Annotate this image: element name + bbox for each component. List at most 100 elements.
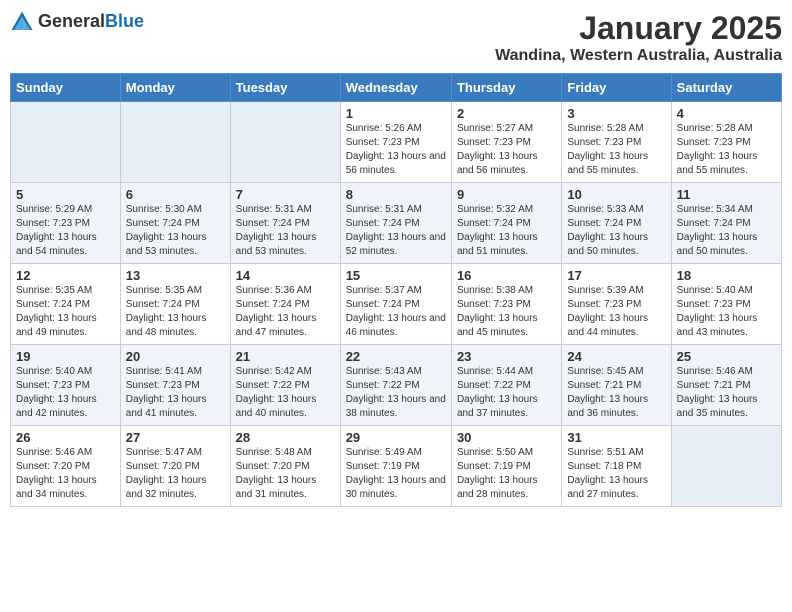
- calendar-week-row: 19Sunrise: 5:40 AM Sunset: 7:23 PM Dayli…: [11, 345, 782, 426]
- calendar-cell: 2Sunrise: 5:27 AM Sunset: 7:23 PM Daylig…: [451, 102, 561, 183]
- weekday-header-row: SundayMondayTuesdayWednesdayThursdayFrid…: [11, 74, 782, 102]
- day-info: Sunrise: 5:46 AM Sunset: 7:21 PM Dayligh…: [677, 365, 776, 421]
- day-number: 23: [457, 349, 556, 364]
- day-number: 5: [16, 187, 115, 202]
- day-number: 27: [126, 430, 225, 445]
- day-number: 29: [346, 430, 446, 445]
- weekday-header-saturday: Saturday: [671, 74, 781, 102]
- weekday-header-tuesday: Tuesday: [230, 74, 340, 102]
- calendar-cell: 4Sunrise: 5:28 AM Sunset: 7:23 PM Daylig…: [671, 102, 781, 183]
- day-number: 30: [457, 430, 556, 445]
- day-info: Sunrise: 5:34 AM Sunset: 7:24 PM Dayligh…: [677, 203, 776, 259]
- day-number: 2: [457, 106, 556, 121]
- day-info: Sunrise: 5:37 AM Sunset: 7:24 PM Dayligh…: [346, 284, 446, 340]
- calendar-cell: 26Sunrise: 5:46 AM Sunset: 7:20 PM Dayli…: [11, 426, 121, 507]
- day-number: 14: [236, 268, 335, 283]
- day-info: Sunrise: 5:36 AM Sunset: 7:24 PM Dayligh…: [236, 284, 335, 340]
- day-number: 13: [126, 268, 225, 283]
- day-info: Sunrise: 5:47 AM Sunset: 7:20 PM Dayligh…: [126, 446, 225, 502]
- calendar-cell: 23Sunrise: 5:44 AM Sunset: 7:22 PM Dayli…: [451, 345, 561, 426]
- calendar-cell: 10Sunrise: 5:33 AM Sunset: 7:24 PM Dayli…: [562, 183, 671, 264]
- calendar-cell: 27Sunrise: 5:47 AM Sunset: 7:20 PM Dayli…: [120, 426, 230, 507]
- day-number: 4: [677, 106, 776, 121]
- logo-icon: [10, 10, 34, 34]
- calendar-cell: [120, 102, 230, 183]
- calendar-cell: 17Sunrise: 5:39 AM Sunset: 7:23 PM Dayli…: [562, 264, 671, 345]
- day-info: Sunrise: 5:42 AM Sunset: 7:22 PM Dayligh…: [236, 365, 335, 421]
- calendar-cell: 7Sunrise: 5:31 AM Sunset: 7:24 PM Daylig…: [230, 183, 340, 264]
- day-number: 28: [236, 430, 335, 445]
- day-info: Sunrise: 5:31 AM Sunset: 7:24 PM Dayligh…: [236, 203, 335, 259]
- calendar-cell: 5Sunrise: 5:29 AM Sunset: 7:23 PM Daylig…: [11, 183, 121, 264]
- day-number: 7: [236, 187, 335, 202]
- calendar-cell: [671, 426, 781, 507]
- page-header: GeneralBlue January 2025 Wandina, Wester…: [10, 10, 782, 65]
- day-number: 16: [457, 268, 556, 283]
- calendar-cell: [230, 102, 340, 183]
- day-number: 11: [677, 187, 776, 202]
- calendar-cell: 18Sunrise: 5:40 AM Sunset: 7:23 PM Dayli…: [671, 264, 781, 345]
- day-number: 17: [567, 268, 665, 283]
- calendar-week-row: 1Sunrise: 5:26 AM Sunset: 7:23 PM Daylig…: [11, 102, 782, 183]
- day-info: Sunrise: 5:28 AM Sunset: 7:23 PM Dayligh…: [677, 122, 776, 178]
- logo-general: General: [38, 11, 105, 31]
- day-info: Sunrise: 5:51 AM Sunset: 7:18 PM Dayligh…: [567, 446, 665, 502]
- day-number: 26: [16, 430, 115, 445]
- day-info: Sunrise: 5:26 AM Sunset: 7:23 PM Dayligh…: [346, 122, 446, 178]
- calendar-cell: 11Sunrise: 5:34 AM Sunset: 7:24 PM Dayli…: [671, 183, 781, 264]
- calendar-cell: 12Sunrise: 5:35 AM Sunset: 7:24 PM Dayli…: [11, 264, 121, 345]
- day-number: 10: [567, 187, 665, 202]
- weekday-header-monday: Monday: [120, 74, 230, 102]
- day-info: Sunrise: 5:46 AM Sunset: 7:20 PM Dayligh…: [16, 446, 115, 502]
- day-info: Sunrise: 5:41 AM Sunset: 7:23 PM Dayligh…: [126, 365, 225, 421]
- calendar-cell: 21Sunrise: 5:42 AM Sunset: 7:22 PM Dayli…: [230, 345, 340, 426]
- calendar-cell: 3Sunrise: 5:28 AM Sunset: 7:23 PM Daylig…: [562, 102, 671, 183]
- calendar-cell: 30Sunrise: 5:50 AM Sunset: 7:19 PM Dayli…: [451, 426, 561, 507]
- logo-blue: Blue: [105, 11, 144, 31]
- day-info: Sunrise: 5:32 AM Sunset: 7:24 PM Dayligh…: [457, 203, 556, 259]
- day-number: 3: [567, 106, 665, 121]
- day-info: Sunrise: 5:44 AM Sunset: 7:22 PM Dayligh…: [457, 365, 556, 421]
- calendar-cell: 31Sunrise: 5:51 AM Sunset: 7:18 PM Dayli…: [562, 426, 671, 507]
- calendar-cell: 1Sunrise: 5:26 AM Sunset: 7:23 PM Daylig…: [340, 102, 451, 183]
- day-info: Sunrise: 5:33 AM Sunset: 7:24 PM Dayligh…: [567, 203, 665, 259]
- day-number: 15: [346, 268, 446, 283]
- calendar-cell: 28Sunrise: 5:48 AM Sunset: 7:20 PM Dayli…: [230, 426, 340, 507]
- calendar-cell: 19Sunrise: 5:40 AM Sunset: 7:23 PM Dayli…: [11, 345, 121, 426]
- day-info: Sunrise: 5:40 AM Sunset: 7:23 PM Dayligh…: [16, 365, 115, 421]
- day-number: 12: [16, 268, 115, 283]
- calendar-cell: 20Sunrise: 5:41 AM Sunset: 7:23 PM Dayli…: [120, 345, 230, 426]
- day-info: Sunrise: 5:48 AM Sunset: 7:20 PM Dayligh…: [236, 446, 335, 502]
- day-info: Sunrise: 5:38 AM Sunset: 7:23 PM Dayligh…: [457, 284, 556, 340]
- calendar-week-row: 12Sunrise: 5:35 AM Sunset: 7:24 PM Dayli…: [11, 264, 782, 345]
- calendar-cell: [11, 102, 121, 183]
- calendar-cell: 14Sunrise: 5:36 AM Sunset: 7:24 PM Dayli…: [230, 264, 340, 345]
- calendar-cell: 25Sunrise: 5:46 AM Sunset: 7:21 PM Dayli…: [671, 345, 781, 426]
- day-info: Sunrise: 5:35 AM Sunset: 7:24 PM Dayligh…: [126, 284, 225, 340]
- day-info: Sunrise: 5:29 AM Sunset: 7:23 PM Dayligh…: [16, 203, 115, 259]
- day-info: Sunrise: 5:27 AM Sunset: 7:23 PM Dayligh…: [457, 122, 556, 178]
- day-info: Sunrise: 5:39 AM Sunset: 7:23 PM Dayligh…: [567, 284, 665, 340]
- calendar-week-row: 26Sunrise: 5:46 AM Sunset: 7:20 PM Dayli…: [11, 426, 782, 507]
- day-number: 1: [346, 106, 446, 121]
- day-number: 21: [236, 349, 335, 364]
- day-number: 8: [346, 187, 446, 202]
- day-info: Sunrise: 5:43 AM Sunset: 7:22 PM Dayligh…: [346, 365, 446, 421]
- calendar-cell: 29Sunrise: 5:49 AM Sunset: 7:19 PM Dayli…: [340, 426, 451, 507]
- day-info: Sunrise: 5:45 AM Sunset: 7:21 PM Dayligh…: [567, 365, 665, 421]
- weekday-header-friday: Friday: [562, 74, 671, 102]
- title-block: January 2025 Wandina, Western Australia,…: [495, 10, 782, 65]
- calendar-cell: 15Sunrise: 5:37 AM Sunset: 7:24 PM Dayli…: [340, 264, 451, 345]
- logo: GeneralBlue: [10, 10, 144, 34]
- location-title: Wandina, Western Australia, Australia: [495, 47, 782, 65]
- day-info: Sunrise: 5:49 AM Sunset: 7:19 PM Dayligh…: [346, 446, 446, 502]
- day-number: 22: [346, 349, 446, 364]
- day-info: Sunrise: 5:35 AM Sunset: 7:24 PM Dayligh…: [16, 284, 115, 340]
- calendar-cell: 6Sunrise: 5:30 AM Sunset: 7:24 PM Daylig…: [120, 183, 230, 264]
- calendar-cell: 8Sunrise: 5:31 AM Sunset: 7:24 PM Daylig…: [340, 183, 451, 264]
- day-info: Sunrise: 5:31 AM Sunset: 7:24 PM Dayligh…: [346, 203, 446, 259]
- day-number: 6: [126, 187, 225, 202]
- weekday-header-thursday: Thursday: [451, 74, 561, 102]
- day-number: 24: [567, 349, 665, 364]
- calendar-cell: 13Sunrise: 5:35 AM Sunset: 7:24 PM Dayli…: [120, 264, 230, 345]
